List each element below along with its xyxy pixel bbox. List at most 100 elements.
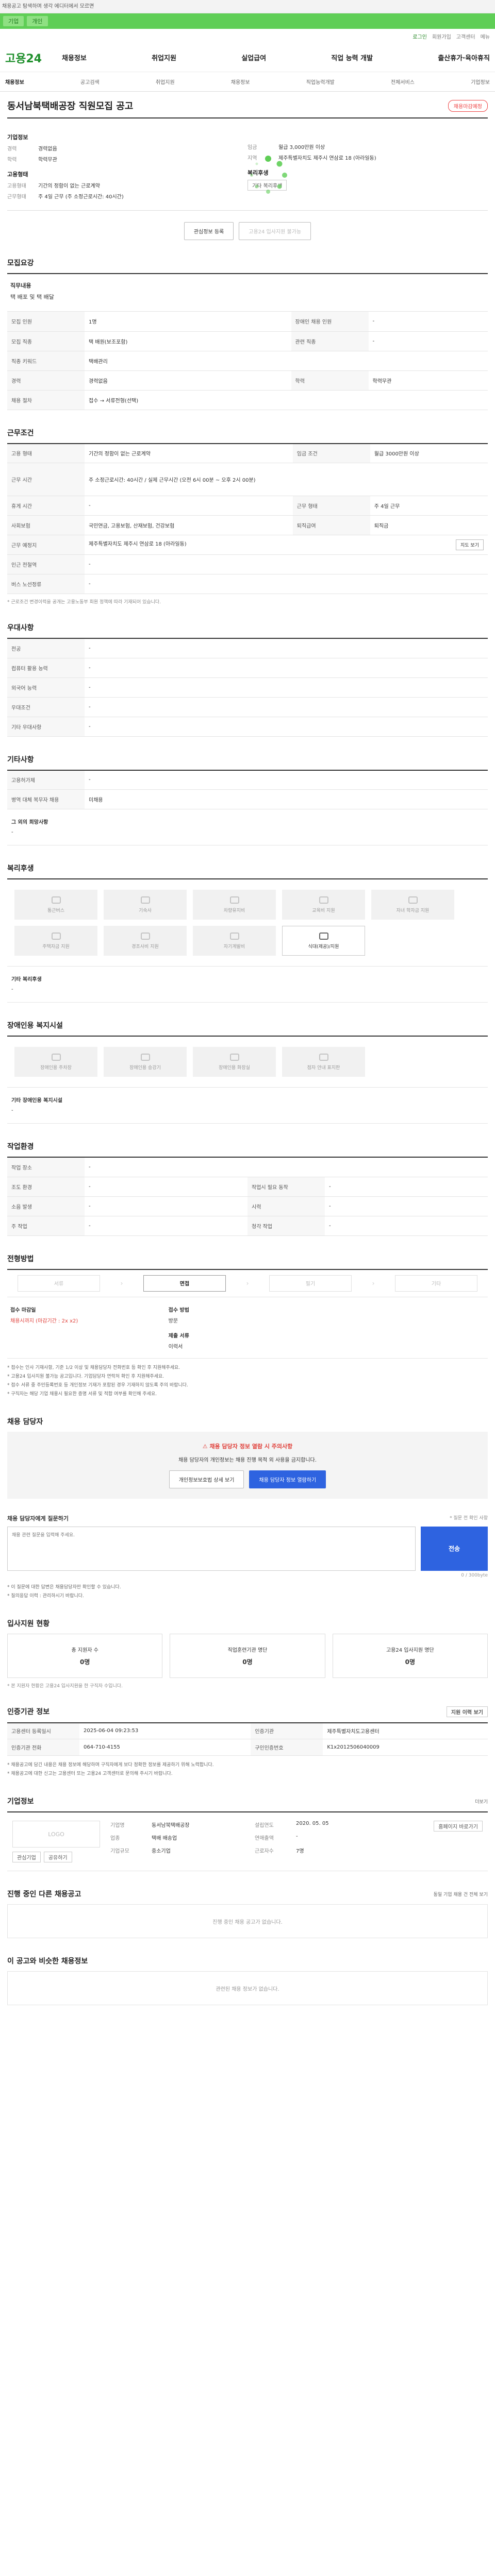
cell-value: - bbox=[85, 574, 488, 594]
summary-key: 경력 bbox=[7, 146, 17, 152]
ongoing-all-link[interactable]: 동일 기업 채용 건 전체 보기 bbox=[434, 1891, 488, 1897]
section-title: 입사지원 현황 bbox=[7, 1619, 50, 1628]
history-button[interactable]: 지원 이력 보기 bbox=[446, 1706, 488, 1717]
nav-jobs[interactable]: 채용정보 bbox=[62, 53, 87, 62]
etc-other-value: - bbox=[11, 829, 13, 835]
subnav-item[interactable]: 직업능력개발 bbox=[306, 78, 335, 86]
note-item: * 접수 서류 중 주민등록번호 등 개인정보 기재가 포함된 경우 기재하지 … bbox=[7, 1382, 188, 1388]
cell-value: 제주특별자치도고용센터 bbox=[323, 1722, 488, 1739]
apply-disabled-button[interactable]: 고용24 입사지원 불가능 bbox=[239, 222, 311, 240]
site-logo[interactable]: 고용24 bbox=[5, 49, 62, 66]
homepage-button[interactable]: 홈페이지 바로가기 bbox=[434, 1821, 483, 1832]
cell-key: 인증기관 bbox=[251, 1722, 323, 1739]
cell-key: 모집 직종 bbox=[7, 331, 85, 351]
cell-key: 소음 발생 bbox=[7, 1196, 85, 1216]
cell-key: 조도 환경 bbox=[7, 1177, 85, 1197]
cell-value: 주 소정근로시간: 40시간 / 실제 근무시간 (오전 6시 00분 ~ 오후… bbox=[85, 463, 488, 496]
cell-value: 택배 배송업 bbox=[152, 1836, 177, 1841]
welfare-icon bbox=[319, 896, 328, 904]
login-link[interactable]: 로그인 bbox=[412, 32, 427, 40]
chip-personal[interactable]: 개인 bbox=[27, 16, 48, 26]
desc-label: 직무내용 bbox=[10, 282, 31, 289]
section-title: 기타사항 bbox=[7, 755, 34, 764]
cell-key: 우대조건 bbox=[7, 697, 85, 717]
cell-key: 근무 형태 bbox=[292, 496, 370, 516]
welfare-icon bbox=[140, 932, 150, 940]
cell-key: 설립연도 bbox=[255, 1823, 274, 1828]
subnav-item[interactable]: 채용정보 bbox=[231, 78, 250, 86]
facility-item: 장애인용 화장실 bbox=[193, 1047, 276, 1077]
facility-icon bbox=[319, 1053, 328, 1061]
deadline-value: 채용시까지 (마감기간 : 2x x2) bbox=[10, 1318, 78, 1324]
welfare-item: 교육비 지원 bbox=[282, 890, 365, 920]
stat-label: 직업훈련기관 명단 bbox=[227, 1647, 268, 1653]
share-button[interactable]: 공유하기 bbox=[43, 1852, 72, 1862]
note-item: * 채용공고에 대한 신고는 고용센터 또는 고용24 고객센터로 문의해 주시… bbox=[7, 1771, 173, 1776]
cell-value: 2025-06-04 09:23:53 bbox=[79, 1722, 251, 1739]
cell-value: - bbox=[85, 658, 488, 678]
cell-value: - bbox=[85, 496, 293, 516]
nav-training[interactable]: 직업 능력 개발 bbox=[331, 53, 373, 62]
cell-key: 컴퓨터 활용 능력 bbox=[7, 658, 85, 678]
join-link[interactable]: 회원가입 bbox=[432, 32, 451, 40]
welfare-icon bbox=[51, 896, 61, 904]
summary-key: 학력 bbox=[7, 157, 17, 163]
subnav-item[interactable]: 공고검색 bbox=[80, 78, 100, 86]
welfare-label: 차량유지비 bbox=[223, 908, 245, 913]
welfare-label: 자기계발비 bbox=[223, 944, 245, 950]
inquiry-hint[interactable]: * 질문 전 확인 사항 bbox=[450, 1514, 488, 1522]
similar-section: 이 공고와 비슷한 채용정보 관련된 채용 정보가 없습니다. bbox=[7, 1956, 488, 2005]
chip-business[interactable]: 기업 bbox=[3, 16, 24, 26]
cell-value: 1명 bbox=[85, 312, 291, 332]
subnav-item[interactable]: 채용정보 bbox=[5, 78, 24, 86]
status-badge: 채용마감예정 bbox=[448, 99, 488, 112]
cell-value: - bbox=[368, 331, 488, 351]
welfare-label: 기숙사 bbox=[139, 908, 152, 913]
cell-key: 업종 bbox=[110, 1836, 120, 1841]
emp-label: 고용형태 bbox=[7, 171, 28, 178]
work-table: 고용 형태 기간의 정함이 없는 근로계약 임금 조건 월급 3000만원 이상 근무… bbox=[7, 443, 488, 594]
help-link[interactable]: 고객센터 bbox=[456, 32, 475, 40]
subnav-item[interactable]: 취업지원 bbox=[156, 78, 175, 86]
stat-card: 직업훈련기관 명단 0명 bbox=[170, 1633, 325, 1678]
cell-value: - bbox=[325, 1177, 488, 1197]
view-contact-button[interactable]: 채용 담당자 정보 열람하기 bbox=[249, 1470, 326, 1488]
inquiry-send-button[interactable]: 전송 bbox=[421, 1526, 488, 1571]
subnav-item[interactable]: 전체서비스 bbox=[391, 78, 415, 86]
summary-value: 월급 3,000만원 이상 bbox=[278, 145, 325, 150]
subnav-item[interactable]: 기업정보 bbox=[471, 78, 490, 86]
facility-icon bbox=[51, 1053, 61, 1061]
menu-link[interactable]: 메뉴 bbox=[481, 32, 490, 40]
summary-value: 제주특별자치도 제주시 연삼로 18 (아라일동) bbox=[278, 156, 376, 161]
nav-support[interactable]: 취업지원 bbox=[152, 53, 176, 62]
recruit-section: 모집요강 직무내용 택 배포 및 택 배달 모집 인원 1명 장애인 채용 인원 - … bbox=[7, 258, 488, 410]
disabled-section: 장애인용 복지시설 장애인용 주차장 장애인용 승강기 장애인용 화장실 점자 안내 … bbox=[7, 1020, 488, 1124]
interest-company-button[interactable]: 관심기업 bbox=[12, 1852, 41, 1862]
facility-label: 장애인용 승강기 bbox=[129, 1065, 161, 1071]
welfare-extra-value: - bbox=[11, 987, 13, 992]
map-button[interactable]: 지도 보기 bbox=[456, 539, 484, 550]
cell-key: 근무 예정지 bbox=[7, 535, 85, 555]
cell-value: 국민연금, 고용보험, 산재보험, 건강보험 bbox=[85, 515, 293, 535]
welfare-icon bbox=[408, 896, 418, 904]
welfare-icon bbox=[51, 932, 61, 940]
facility-icon bbox=[229, 1053, 239, 1061]
company-more-link[interactable]: 더보기 bbox=[475, 1798, 488, 1805]
welfare-label: 주택자금 지원 bbox=[42, 944, 70, 950]
company-section: 기업정보 더보기 LOGO 관심기업 공유하기 기업명 동서남북택배공장 설립연도 20… bbox=[7, 1796, 488, 1871]
privacy-detail-button[interactable]: 개인정보보호법 상세 보기 bbox=[169, 1470, 244, 1488]
add-interest-button[interactable]: 관심정보 등록 bbox=[184, 222, 234, 240]
nav-benefit[interactable]: 실업급여 bbox=[241, 53, 266, 62]
facility-icon bbox=[140, 1053, 150, 1061]
cell-key: 임금 조건 bbox=[292, 443, 370, 463]
cell-key: 기업명 bbox=[110, 1823, 125, 1828]
cell-value: 주 4일 근무 bbox=[370, 496, 488, 516]
section-title: 복리후생 bbox=[7, 865, 34, 873]
site-header: 고용24 채용정보 취업지원 실업급여 직업 능력 개발 출산휴가·육아휴직 bbox=[0, 43, 495, 72]
cell-key: 고용 형태 bbox=[7, 443, 85, 463]
cell-value: - bbox=[85, 638, 488, 658]
inquiry-input[interactable] bbox=[7, 1526, 416, 1571]
work-note: * 근로조건 변경이력을 공개는 고용노동부 회원 정책에 따라 기재되어 있습… bbox=[7, 600, 161, 605]
nav-leave[interactable]: 출산휴가·육아휴직 bbox=[438, 53, 490, 62]
cell-key: 장애인 채용 인원 bbox=[291, 312, 369, 332]
